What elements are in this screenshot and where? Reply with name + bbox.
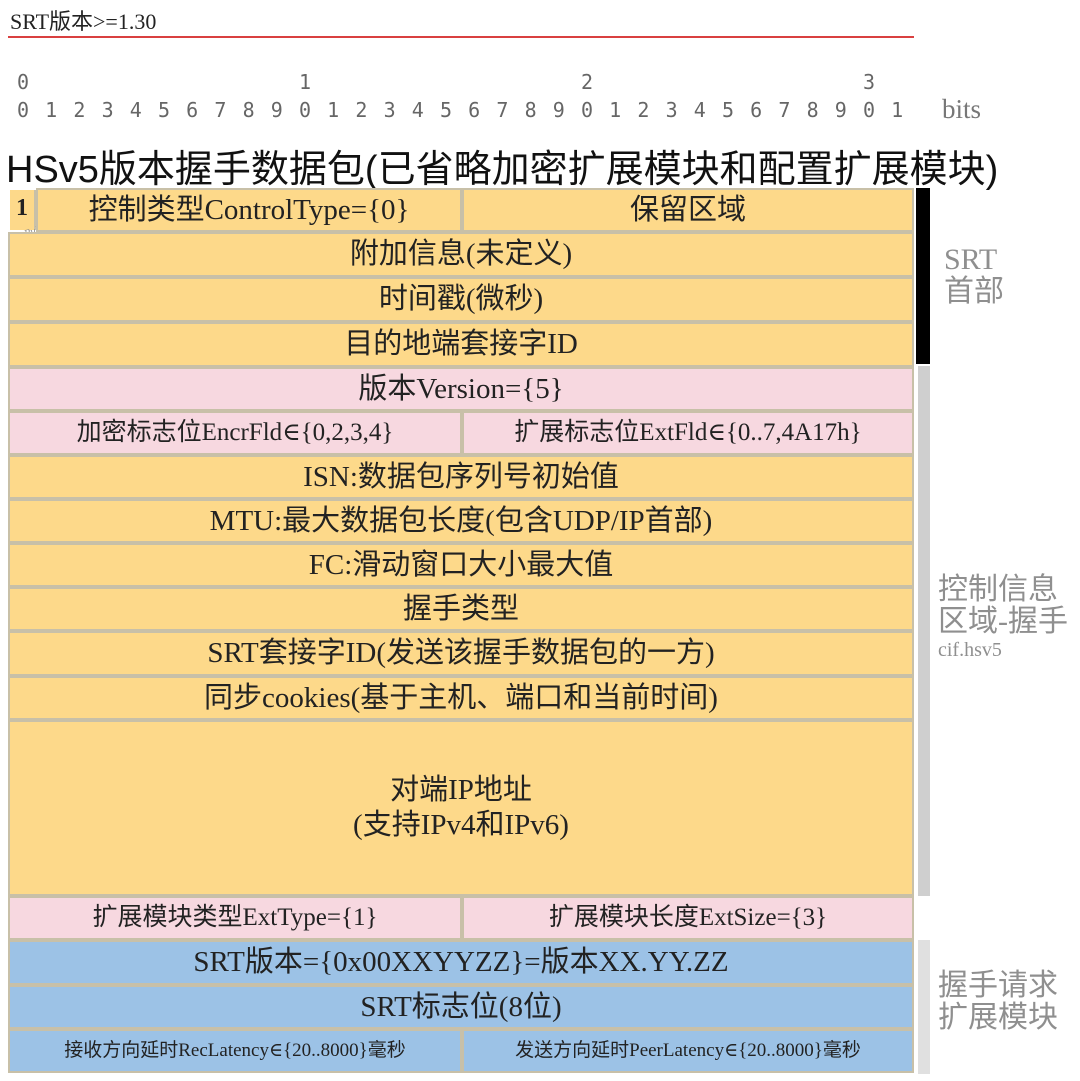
- srt-version-field: SRT版本={0x00XXYYZZ}=版本XX.YY.ZZ: [8, 940, 914, 985]
- extension-flag-field: 扩展标志位ExtFld∈{0..7,4A17h}: [462, 411, 914, 455]
- diagram-title: HSv5版本握手数据包(已省略加密扩展模块和配置扩展模块): [6, 149, 999, 191]
- peer-ip-line2: (支持IPv4和IPv6): [353, 809, 569, 841]
- bit-units-digit: 8: [524, 98, 537, 122]
- extension-label-line1: 握手请求: [938, 969, 1058, 1002]
- bit-units-digit: 7: [778, 98, 791, 122]
- bit-tens-digit: 1: [298, 70, 312, 94]
- cif-bracket: [918, 366, 930, 896]
- srt-header-bracket: [916, 188, 930, 364]
- bit-units-digit: 0: [16, 98, 30, 122]
- bit-units-digit: 3: [101, 98, 114, 122]
- bit-units-digit: 4: [693, 98, 706, 122]
- isn-field: ISN:数据包序列号初始值: [8, 455, 914, 499]
- peer-ip-field: 对端IP地址 (支持IPv4和IPv6): [8, 720, 914, 896]
- bit-units-digit: 4: [411, 98, 424, 122]
- bit-units-digit: 6: [468, 98, 481, 122]
- control-type-field: 控制类型ControlType={0}: [36, 188, 462, 232]
- dest-socket-id-field: 目的地端套接字ID: [8, 322, 914, 367]
- handshake-type-field: 握手类型: [8, 587, 914, 631]
- bit-units-digit: 1: [609, 98, 622, 122]
- extension-label-line2: 扩展模块: [938, 1001, 1058, 1034]
- version-field: 版本Version={5}: [8, 367, 914, 411]
- extension-size-field: 扩展模块长度ExtSize={3}: [462, 896, 914, 940]
- control-flag-bit: 1: [10, 190, 36, 230]
- mtu-field: MTU:最大数据包长度(包含UDP/IP首部): [8, 499, 914, 543]
- sender-latency-field: 发送方向延时PeerLatency∈{20..8000}毫秒: [462, 1029, 914, 1073]
- bit-units-digit: 5: [721, 98, 735, 122]
- bit-ruler: 0123 01234567890123456789012345678901: [0, 70, 940, 130]
- bit-units-digit: 3: [665, 98, 678, 122]
- version-requirement-label: SRT版本>=1.30: [10, 9, 157, 34]
- bit-units-digit: 7: [214, 98, 227, 122]
- bit-units-digit: 2: [637, 98, 650, 122]
- bit-units-digit: 2: [355, 98, 368, 122]
- additional-info-field: 附加信息(未定义): [8, 232, 914, 277]
- bit-units-digit: 9: [834, 98, 847, 122]
- extension-type-field: 扩展模块类型ExtType={1}: [8, 896, 462, 940]
- reserved-field: 保留区域: [462, 188, 914, 232]
- bit-units-digit: 1: [45, 98, 58, 122]
- receiver-latency-field: 接收方向延时RecLatency∈{20..8000}毫秒: [8, 1029, 462, 1073]
- bit-units-digit: 3: [383, 98, 396, 122]
- cif-label: 控制信息 区域-握手 cif.hsv5: [938, 574, 1068, 662]
- bit-units-digit: 2: [73, 98, 86, 122]
- bit-units-digit: 9: [552, 98, 565, 122]
- encryption-flag-field: 加密标志位EncrFld∈{0,2,3,4}: [8, 411, 462, 455]
- bit-tens-digit: 0: [16, 70, 30, 94]
- srt-header-label-line1: SRT: [944, 243, 998, 276]
- bit-units-digit: 0: [580, 98, 594, 122]
- bit-tens-digit: 3: [862, 70, 876, 94]
- peer-ip-line1: 对端IP地址: [390, 774, 532, 807]
- bit-units-digit: 6: [186, 98, 199, 122]
- extension-label: 握手请求 扩展模块: [938, 970, 1058, 1034]
- srt-socket-id-field: SRT套接字ID(发送该握手数据包的一方): [8, 631, 914, 676]
- flow-control-field: FC:滑动窗口大小最大值: [8, 543, 914, 587]
- bit-units-digit: 5: [439, 98, 453, 122]
- bit-units-digit: 1: [327, 98, 340, 122]
- bit-units-digit: 8: [806, 98, 819, 122]
- bits-unit-label: bits: [942, 94, 982, 124]
- srt-header-label: SRT 首部: [944, 244, 1004, 308]
- bit-units-digit: 5: [157, 98, 171, 122]
- bit-units-digit: 8: [242, 98, 255, 122]
- bit-units-digit: 4: [129, 98, 142, 122]
- bit-tens-digit: 2: [580, 70, 594, 94]
- extension-bracket: [918, 940, 930, 1074]
- timestamp-field: 时间戳(微秒): [8, 277, 914, 322]
- bit-units-digit: 0: [862, 98, 876, 122]
- bit-units-digit: 9: [270, 98, 283, 122]
- cif-label-line2: 区域-握手: [938, 605, 1068, 638]
- syn-cookie-field: 同步cookies(基于主机、端口和当前时间): [8, 676, 914, 720]
- srt-header-label-line2: 首部: [944, 275, 1004, 308]
- header-divider: [8, 36, 914, 38]
- srt-flags-field: SRT标志位(8位): [8, 985, 914, 1029]
- bit-units-digit: 1: [891, 98, 904, 122]
- bit-units-digit: 7: [496, 98, 509, 122]
- bit-units-digit: 6: [750, 98, 763, 122]
- bit-units-digit: 0: [298, 98, 312, 122]
- cif-label-line1: 控制信息: [938, 573, 1058, 606]
- cif-label-line3: cif.hsv5: [938, 639, 1002, 661]
